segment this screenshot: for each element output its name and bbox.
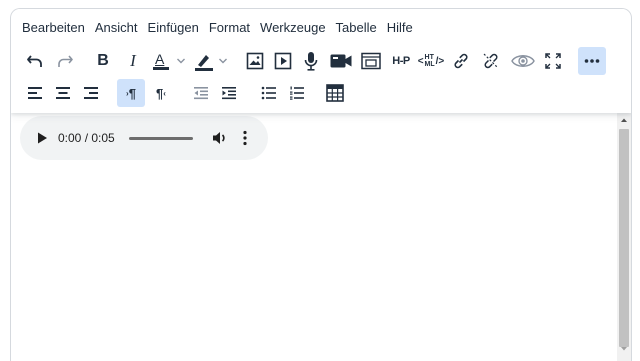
align-left-button[interactable]	[21, 79, 49, 107]
menu-werkzeuge[interactable]: Werkzeuge	[255, 16, 331, 40]
media-icon	[274, 52, 292, 70]
editor-header: Bearbeiten Ansicht Einfügen Format Werkz…	[11, 9, 631, 113]
undo-icon	[27, 55, 42, 67]
text-color-icon: A	[153, 51, 169, 71]
menu-hilfe[interactable]: Hilfe	[382, 16, 418, 40]
scrollbar-thumb[interactable]	[619, 129, 629, 347]
menu-einfuegen[interactable]: Einfügen	[143, 16, 204, 40]
indent-icon	[222, 87, 236, 100]
bold-icon: B	[97, 52, 109, 69]
preview-eye-icon	[511, 55, 535, 67]
html-code-icon: < HT ML />	[417, 54, 445, 68]
rtl-paragraph-icon: ¶ ‹	[156, 85, 166, 101]
menu-format[interactable]: Format	[204, 16, 255, 40]
insert-link-button[interactable]	[447, 47, 475, 75]
audio-progress-track[interactable]	[129, 137, 193, 140]
insert-table-button[interactable]	[321, 79, 349, 107]
link-icon	[454, 53, 468, 69]
redo-icon	[58, 55, 73, 67]
play-icon[interactable]	[36, 131, 48, 145]
italic-button[interactable]: I	[119, 47, 147, 75]
h5p-icon: H-P	[392, 55, 410, 67]
highlight-color-button[interactable]	[191, 47, 231, 75]
record-audio-button[interactable]	[297, 47, 325, 75]
redo-button[interactable]	[51, 47, 79, 75]
outdent-button[interactable]	[187, 79, 215, 107]
audio-time: 0:00 / 0:05	[58, 131, 115, 145]
ltr-direction-button[interactable]: › ¶	[117, 79, 145, 107]
insert-image-button[interactable]	[241, 47, 269, 75]
chevron-down-icon	[177, 58, 185, 64]
numbered-list-icon	[290, 86, 304, 100]
image-icon	[246, 52, 264, 70]
vertical-scrollbar[interactable]	[617, 113, 631, 361]
bullet-list-icon	[261, 86, 276, 100]
scroll-up-icon[interactable]	[620, 117, 628, 123]
embed-icon	[361, 52, 381, 70]
unlink-icon	[483, 53, 499, 69]
scroll-down-icon[interactable]	[620, 346, 628, 352]
bold-button[interactable]: B	[89, 47, 117, 75]
editor-content-area[interactable]: 0:00 / 0:05	[11, 113, 619, 361]
align-right-icon	[84, 87, 98, 99]
align-center-button[interactable]	[49, 79, 77, 107]
numbered-list-button[interactable]	[283, 79, 311, 107]
align-center-icon	[56, 87, 70, 99]
volume-icon[interactable]	[212, 131, 228, 145]
indent-button[interactable]	[215, 79, 243, 107]
menu-ansicht[interactable]: Ansicht	[90, 16, 143, 40]
fullscreen-icon	[545, 53, 561, 69]
table-icon	[326, 84, 344, 102]
record-video-button[interactable]	[327, 47, 355, 75]
audio-player[interactable]: 0:00 / 0:05	[20, 116, 268, 160]
menu-tabelle[interactable]: Tabelle	[331, 16, 382, 40]
html-code-button[interactable]: < HT ML />	[417, 47, 445, 75]
video-camera-icon	[330, 54, 352, 68]
bullet-list-button[interactable]	[255, 79, 283, 107]
embed-button[interactable]	[357, 47, 385, 75]
fullscreen-button[interactable]	[539, 47, 567, 75]
italic-icon: I	[130, 51, 136, 70]
preview-button[interactable]	[509, 47, 537, 75]
rich-text-editor: Bearbeiten Ansicht Einfügen Format Werkz…	[10, 8, 632, 361]
ltr-paragraph-icon: › ¶	[126, 85, 136, 101]
undo-button[interactable]	[21, 47, 49, 75]
align-right-button[interactable]	[77, 79, 105, 107]
more-icon	[584, 59, 600, 63]
align-left-icon	[28, 87, 42, 99]
h5p-button[interactable]: H-P	[387, 47, 415, 75]
text-color-button[interactable]: A	[149, 47, 189, 75]
menubar: Bearbeiten Ansicht Einfügen Format Werkz…	[17, 16, 418, 40]
highlight-color-icon	[195, 55, 213, 71]
insert-media-button[interactable]	[269, 47, 297, 75]
outdent-icon	[194, 87, 208, 100]
more-tools-button[interactable]	[578, 47, 606, 75]
microphone-icon	[304, 52, 318, 71]
rtl-direction-button[interactable]: ¶ ‹	[147, 79, 175, 107]
menu-bearbeiten[interactable]: Bearbeiten	[17, 16, 90, 40]
remove-link-button[interactable]	[477, 47, 505, 75]
chevron-down-icon	[219, 58, 227, 64]
audio-options-icon[interactable]	[242, 130, 248, 146]
